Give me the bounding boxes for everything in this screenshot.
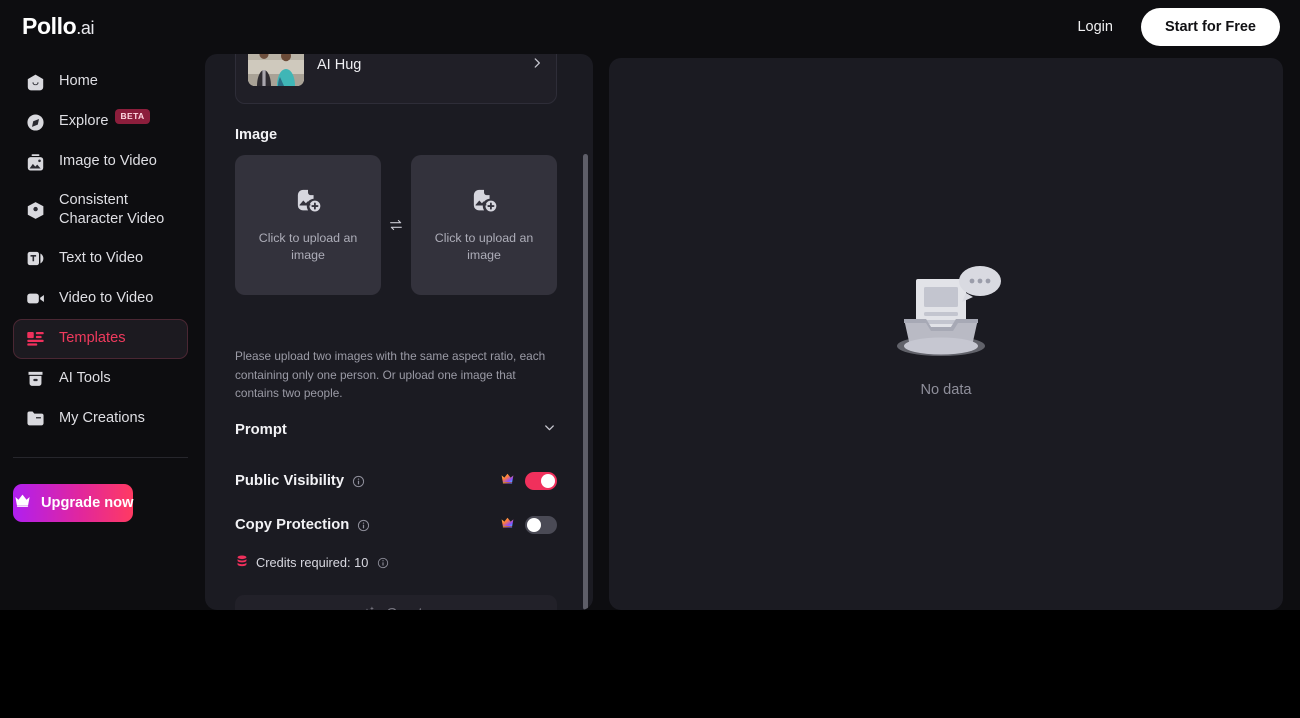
selected-template-card[interactable]: AI Hug — [235, 54, 557, 104]
upload-box-right[interactable]: Click to upload an image — [411, 155, 557, 295]
form-scroll-content: AI Hug Image Click to upload an image Cl… — [205, 54, 593, 610]
swap-images-button[interactable] — [381, 217, 411, 233]
upload-box-right-label: Click to upload an image — [434, 231, 534, 262]
template-form-panel: AI Hug Image Click to upload an image Cl… — [205, 54, 593, 610]
brand-logo-suffix: .ai — [76, 18, 95, 38]
brand-logo[interactable]: Pollo.ai — [22, 13, 94, 40]
sidebar-item-label: Image to Video — [59, 153, 157, 170]
toggle-knob — [527, 518, 541, 532]
start-for-free-button[interactable]: Start for Free — [1140, 8, 1280, 46]
public-visibility-controls — [500, 471, 557, 491]
sidebar-item-image-to-video[interactable]: Image to Video — [13, 142, 188, 182]
form-scrollbar[interactable] — [583, 62, 588, 610]
no-data-illustration — [890, 263, 1002, 372]
form-scrollbar-thumb[interactable] — [583, 154, 588, 610]
template-thumbnail — [248, 54, 304, 86]
beta-badge: BETA — [115, 108, 150, 125]
prompt-section-header[interactable]: Prompt — [235, 416, 557, 444]
credits-required-row: Credits required: 10 — [235, 554, 389, 571]
crown-icon — [13, 491, 32, 514]
public-visibility-toggle[interactable] — [525, 472, 557, 490]
create-button-label: Create — [386, 606, 430, 610]
brand-logo-name: Pollo — [22, 13, 77, 39]
public-visibility-row: Public Visibility — [235, 467, 557, 495]
left-sidebar: Home Explore BETA Image to Video Consiste… — [0, 54, 201, 610]
sidebar-item-label: AI Tools — [59, 369, 111, 386]
character-video-icon — [24, 199, 46, 221]
sparkles-icon — [361, 604, 377, 610]
empty-state-label: No data — [920, 381, 972, 398]
sidebar-item-label: Text to Video — [59, 249, 144, 266]
public-visibility-label: Public Visibility — [235, 473, 345, 489]
sidebar-item-label: Consistent Character Video — [59, 192, 165, 228]
top-header: Pollo.ai Login Start for Free — [0, 0, 1300, 54]
folder-icon — [24, 408, 46, 430]
upload-box-left-label: Click to upload an image — [258, 231, 358, 262]
create-button[interactable]: Create — [235, 595, 557, 610]
sidebar-item-label: Explore BETA — [59, 108, 150, 131]
ai-tools-icon — [24, 368, 46, 390]
upload-helper-text: Please upload two images with the same a… — [235, 349, 546, 401]
video-to-video-icon — [24, 288, 46, 310]
prompt-label: Prompt — [235, 422, 287, 438]
templates-icon — [24, 328, 46, 350]
upload-box-left[interactable]: Click to upload an image — [235, 155, 381, 295]
preview-panel: No data — [609, 58, 1283, 610]
copy-protection-toggle[interactable] — [525, 516, 557, 534]
upgrade-now-button[interactable]: Upgrade now — [13, 483, 134, 522]
image-upload-row: Click to upload an image Click to upload… — [235, 155, 557, 295]
crown-icon — [500, 471, 515, 491]
info-icon[interactable] — [357, 519, 370, 532]
compass-icon — [24, 111, 46, 133]
upgrade-now-label: Upgrade now — [41, 494, 134, 511]
copy-protection-label: Copy Protection — [235, 517, 350, 533]
sidebar-item-explore[interactable]: Explore BETA — [13, 102, 188, 142]
header-actions: Login Start for Free — [1067, 0, 1280, 54]
info-icon[interactable] — [377, 557, 389, 569]
sidebar-item-label: Templates — [59, 329, 126, 346]
crown-icon — [500, 515, 515, 535]
image-to-video-icon — [24, 151, 46, 173]
sidebar-item-home[interactable]: Home — [13, 62, 188, 102]
chevron-right-icon[interactable] — [530, 56, 544, 75]
image-section-title: Image — [235, 127, 278, 143]
chevron-down-icon[interactable] — [542, 420, 557, 440]
app-window: Pollo.ai Login Start for Free Home Explo… — [0, 0, 1300, 610]
template-name: AI Hug — [317, 57, 362, 73]
sidebar-item-ai-tools[interactable]: AI Tools — [13, 359, 188, 399]
copy-protection-row: Copy Protection — [235, 511, 557, 539]
sidebar-item-label: My Creations — [59, 409, 145, 426]
info-icon[interactable] — [352, 475, 365, 488]
sidebar-item-video-to-video[interactable]: Video to Video — [13, 279, 188, 319]
credits-coin-icon — [235, 554, 249, 571]
sidebar-item-label: Home — [59, 73, 98, 90]
image-plus-icon — [294, 186, 323, 220]
toggle-knob — [541, 474, 555, 488]
text-to-video-icon — [24, 248, 46, 270]
sidebar-item-templates[interactable]: Templates — [13, 318, 188, 359]
image-plus-icon — [470, 186, 499, 220]
sidebar-item-text: Explore — [59, 113, 109, 130]
credits-required-text: Credits required: 10 — [256, 555, 369, 570]
sidebar-item-my-creations[interactable]: My Creations — [13, 399, 188, 439]
login-link[interactable]: Login — [1067, 13, 1122, 41]
sidebar-item-consistent-character-video[interactable]: Consistent Character Video — [13, 182, 188, 239]
sidebar-item-label: Video to Video — [59, 289, 154, 306]
sidebar-item-text-to-video[interactable]: Text to Video — [13, 239, 188, 279]
sidebar-divider — [13, 456, 188, 458]
copy-protection-controls — [500, 515, 557, 535]
empty-state: No data — [890, 263, 1002, 398]
home-icon — [24, 71, 46, 93]
